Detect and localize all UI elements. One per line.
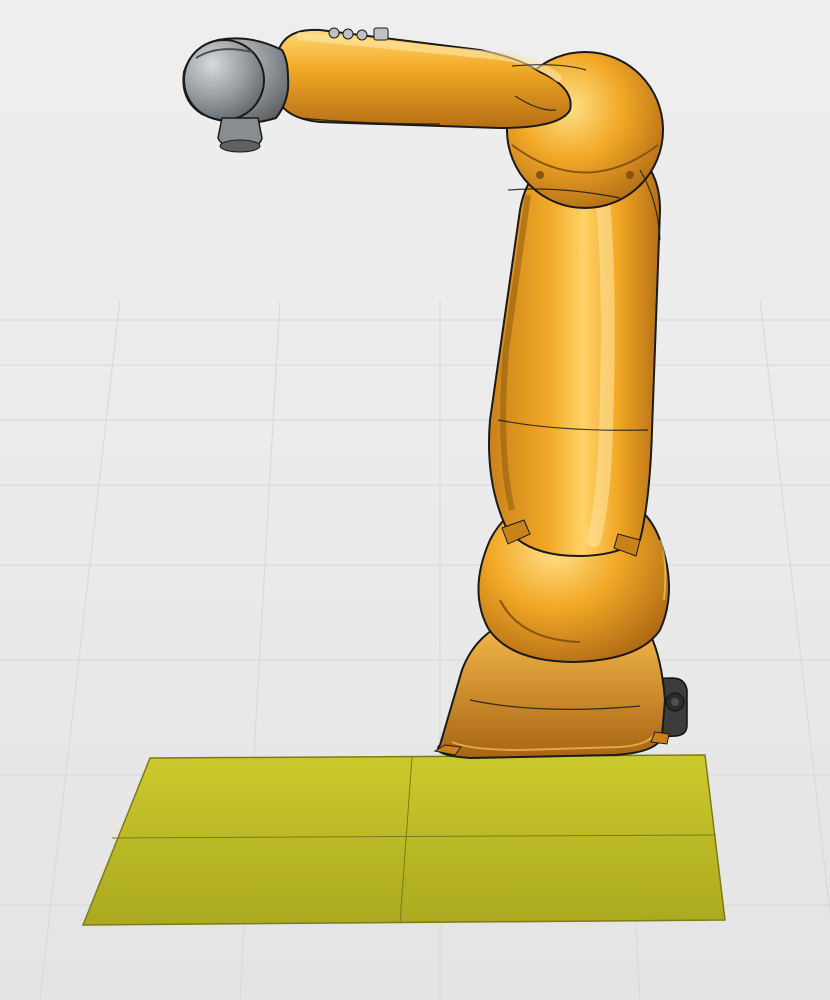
- robot-tool-flange: [218, 118, 262, 152]
- robot-upper-arm: [276, 28, 571, 128]
- 3d-viewport[interactable]: [0, 0, 830, 1000]
- robot-wrist: [183, 38, 288, 123]
- scene-canvas[interactable]: [0, 0, 830, 1000]
- work-surface[interactable]: [83, 755, 725, 925]
